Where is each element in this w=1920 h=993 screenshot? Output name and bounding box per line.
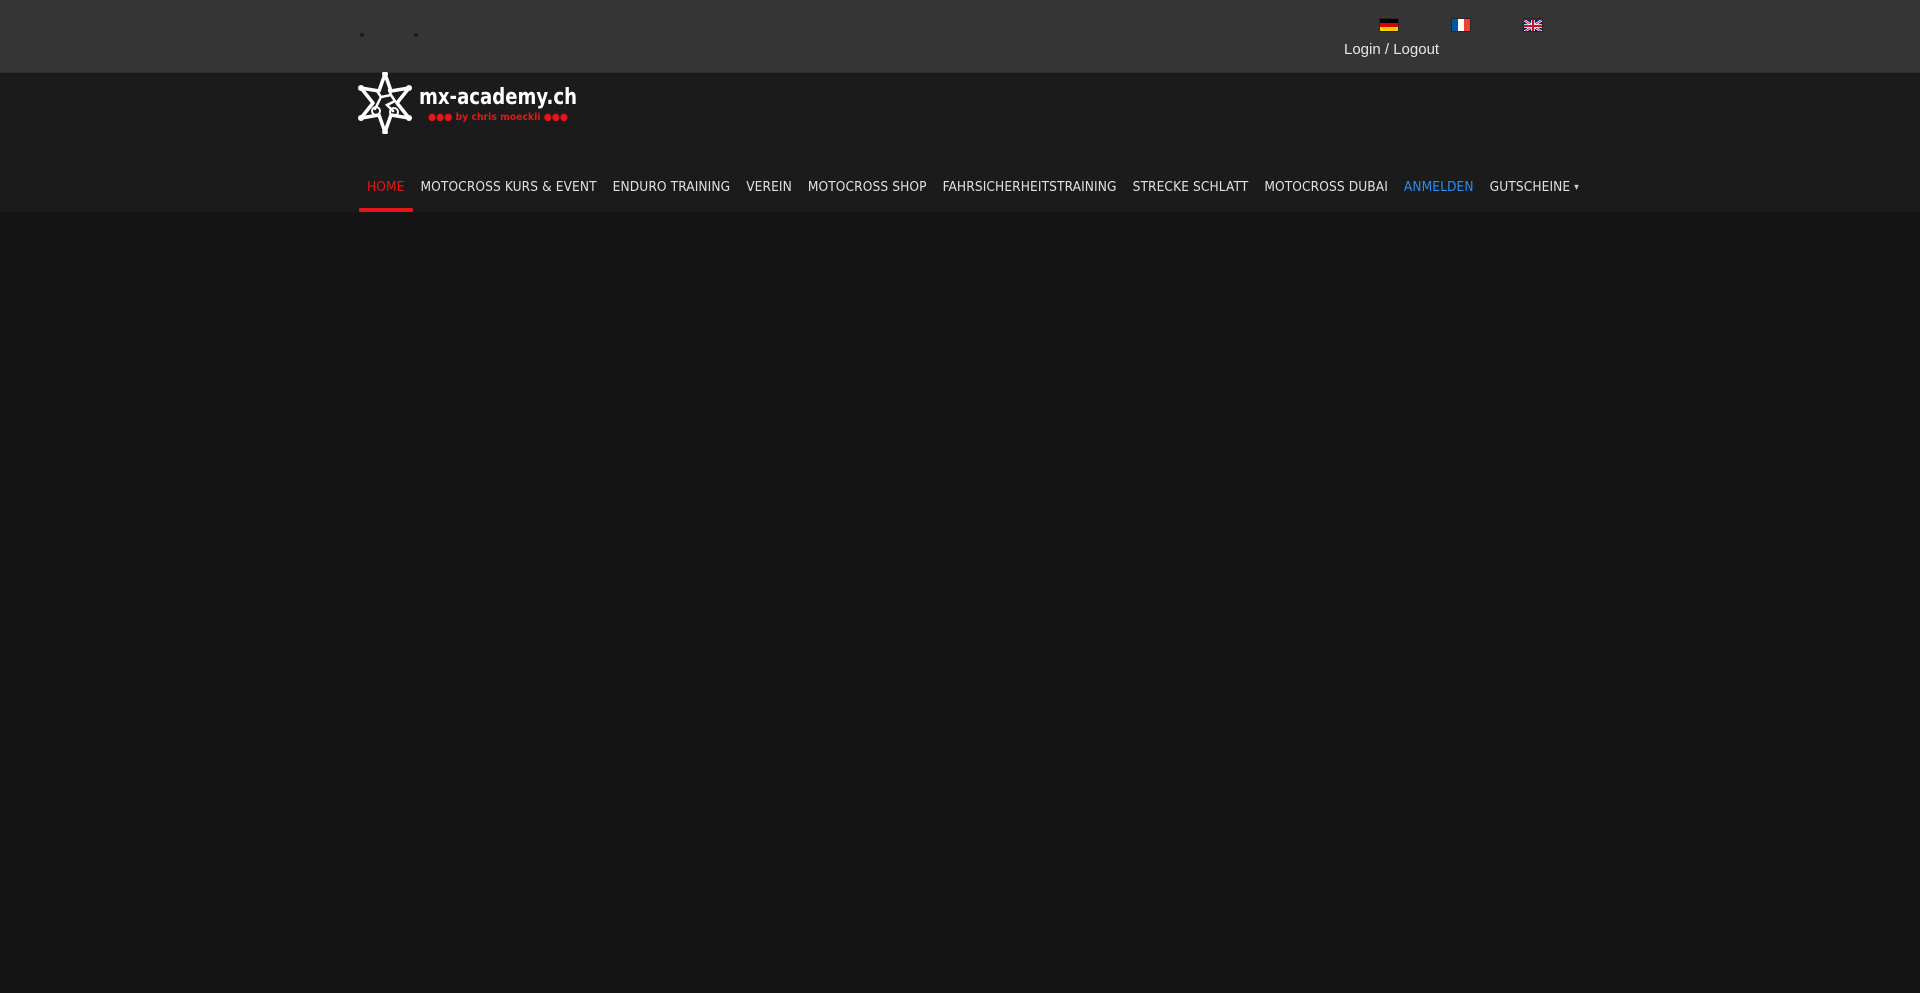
logo-subtitle: ●●● by chris moeckli ●●● [428, 112, 568, 123]
flag-uk-icon[interactable] [1524, 19, 1542, 31]
nav-item-gutscheine[interactable]: GUTSCHEINE ▾ [1482, 162, 1587, 212]
nav-item-verein[interactable]: VEREIN [738, 162, 800, 212]
nav-item-fahrsicherheitstraining[interactable]: FAHRSICHERHEITSTRAINING [935, 162, 1125, 212]
flag-fr-icon[interactable] [1452, 19, 1470, 31]
main-nav: HOME MOTOCROSS KURS & EVENT ENDURO TRAIN… [359, 162, 1587, 212]
flag-de-icon[interactable] [1380, 19, 1398, 31]
site-logo[interactable]: mx-academy.ch ●●● by chris moeckli ●●● [358, 71, 582, 135]
nav-item-motocross-kurs-event[interactable]: MOTOCROSS KURS & EVENT [413, 162, 605, 212]
nav-item-home[interactable]: HOME [359, 162, 413, 212]
social-icon[interactable] [360, 33, 364, 37]
nav-item-gutscheine-label: GUTSCHEINE [1489, 179, 1571, 195]
nav-item-strecke-schlatt[interactable]: STRECKE SCHLATT [1125, 162, 1257, 212]
nav-item-motocross-shop[interactable]: MOTOCROSS SHOP [800, 162, 935, 212]
page-content [0, 212, 1920, 993]
nav-item-motocross-dubai[interactable]: MOTOCROSS DUBAI [1256, 162, 1396, 212]
nav-item-enduro-training[interactable]: ENDURO TRAINING [605, 162, 739, 212]
social-icon[interactable] [414, 33, 418, 37]
star-badge-icon [358, 71, 412, 135]
logo-title: mx-academy.ch [419, 85, 577, 110]
chevron-down-icon: ▾ [1574, 181, 1579, 193]
login-logout-link[interactable]: Login / Logout [1344, 40, 1439, 60]
nav-item-anmelden[interactable]: ANMELDEN [1396, 162, 1482, 212]
top-bar: Login / Logout [0, 0, 1920, 73]
